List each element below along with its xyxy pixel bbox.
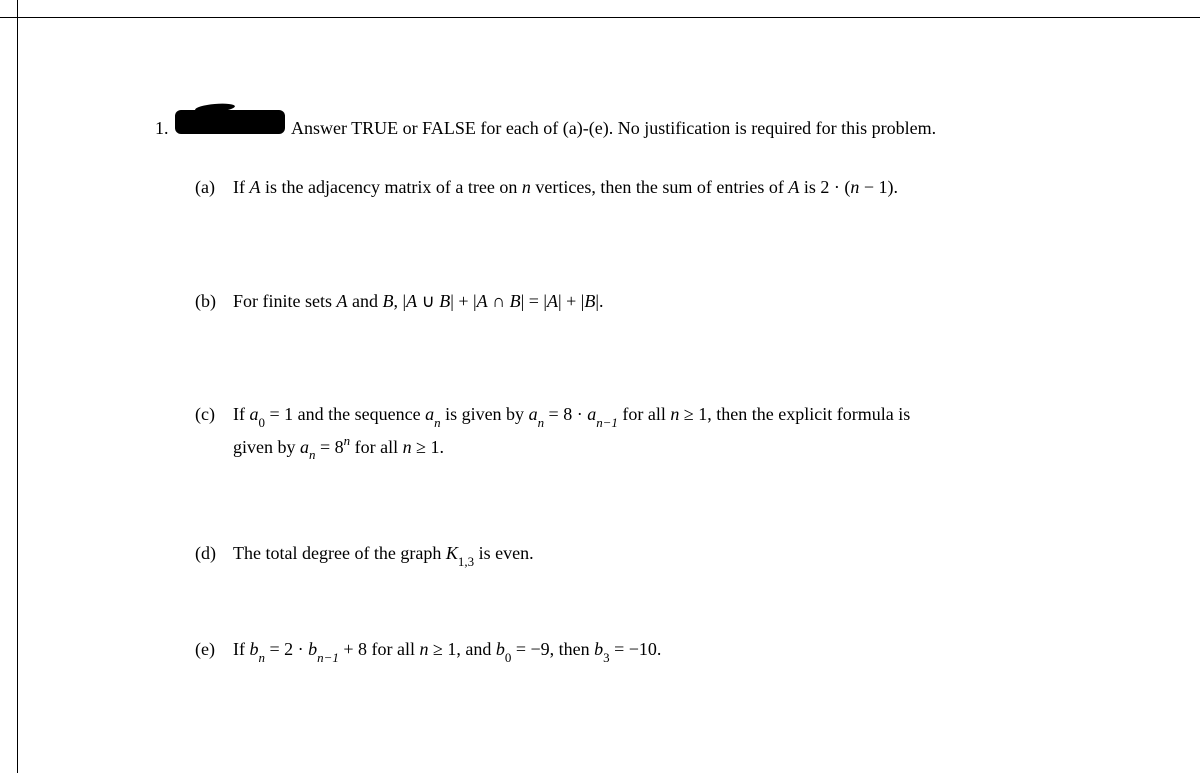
part-c: (c) If a0 = 1 and the sequence an is giv…: [195, 400, 936, 464]
page-left-border: [0, 0, 18, 773]
redacted-text: [175, 110, 285, 134]
part-a-text: If A is the adjacency matrix of a tree o…: [233, 173, 898, 202]
part-c-text: If a0 = 1 and the sequence an is given b…: [233, 400, 910, 464]
part-d-label: (d): [195, 539, 223, 568]
question-number: 1.: [155, 114, 175, 143]
part-d-text: The total degree of the graph K1,3 is ev…: [233, 539, 534, 570]
part-b-label: (b): [195, 287, 223, 316]
part-e-text: If bn = 2 · bn−1 + 8 for all n ≥ 1, and …: [233, 635, 661, 666]
sub-parts: (a) If A is the adjacency matrix of a tr…: [195, 173, 936, 667]
question-1: 1. Answer TRUE or FALSE for each of (a)-…: [155, 110, 1160, 667]
page-top-border: [0, 0, 1200, 18]
part-b-text: For finite sets A and B, |A ∪ B| + |A ∩ …: [233, 287, 603, 316]
part-e: (e) If bn = 2 · bn−1 + 8 for all n ≥ 1, …: [195, 635, 936, 666]
part-e-label: (e): [195, 635, 223, 664]
part-c-label: (c): [195, 400, 223, 429]
part-a: (a) If A is the adjacency matrix of a tr…: [195, 173, 936, 202]
part-a-label: (a): [195, 173, 223, 202]
question-content: 1. Answer TRUE or FALSE for each of (a)-…: [155, 110, 936, 667]
intro-text: Answer TRUE or FALSE for each of (a)-(e)…: [291, 114, 936, 143]
part-d: (d) The total degree of the graph K1,3 i…: [195, 539, 936, 570]
part-b: (b) For finite sets A and B, |A ∪ B| + |…: [195, 287, 936, 316]
question-intro: 1. Answer TRUE or FALSE for each of (a)-…: [155, 110, 936, 143]
